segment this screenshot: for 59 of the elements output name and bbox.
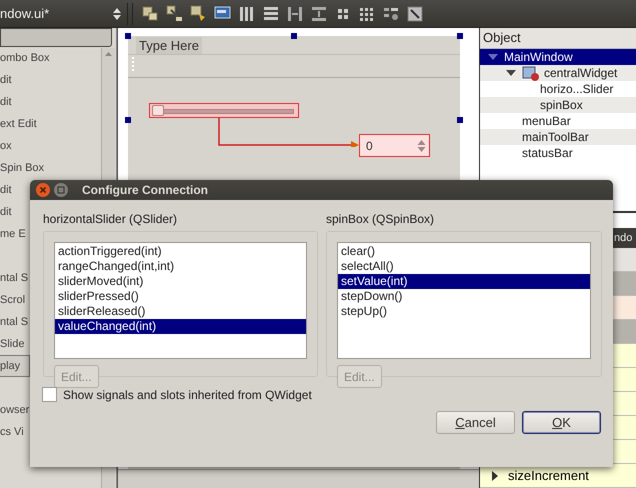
selection-handle[interactable] — [291, 33, 297, 39]
checkbox-label: Show signals and slots inherited from QWidget — [63, 388, 312, 402]
widget-item[interactable]: dit — [0, 179, 12, 201]
horizontal-scrollbar[interactable] — [118, 469, 479, 488]
list-item[interactable]: sliderReleased() — [55, 304, 306, 319]
file-combo[interactable]: ndow.ui* — [0, 2, 128, 24]
list-item[interactable]: valueChanged(int) — [55, 319, 306, 334]
tree-row[interactable]: mainToolBar — [480, 129, 636, 145]
widget-item[interactable]: dit — [0, 69, 12, 91]
widget-item[interactable]: me E — [0, 223, 26, 245]
property-name: sizeIncrement — [508, 468, 589, 483]
slider-thumb[interactable] — [152, 105, 164, 116]
dialog-title: Configure Connection — [82, 183, 208, 197]
widget-item[interactable]: ext Edit — [0, 113, 37, 135]
list-item[interactable]: selectAll() — [338, 259, 590, 274]
spin-arrows-icon[interactable] — [417, 138, 426, 152]
widget-item[interactable]: ox — [0, 135, 12, 157]
spin-box[interactable]: 0 — [359, 134, 430, 157]
spin-arrows-icon — [113, 8, 121, 20]
category-header[interactable]: play — [0, 355, 30, 377]
widget-item[interactable]: Slide — [0, 333, 24, 355]
selection-handle[interactable] — [125, 117, 131, 123]
column-header: Object — [480, 28, 636, 49]
list-item[interactable]: stepDown() — [338, 289, 590, 304]
panel-label: spinBox (QSpinBox) — [326, 212, 436, 226]
selection-handle[interactable] — [457, 33, 463, 39]
widget-item[interactable]: ombo Box — [0, 47, 50, 69]
selection-handle[interactable] — [125, 33, 131, 39]
list-item[interactable]: sliderMoved(int) — [55, 274, 306, 289]
widget-item[interactable]: dit — [0, 91, 12, 113]
menu-placeholder[interactable]: Type Here — [136, 36, 202, 54]
list-item[interactable]: rangeChanged(int,int) — [55, 259, 306, 274]
widget-item[interactable]: owser — [0, 399, 30, 421]
ok-button[interactable]: OK — [522, 411, 601, 434]
list-item[interactable]: sliderPressed() — [55, 289, 306, 304]
expand-arrow-icon[interactable] — [490, 470, 500, 480]
filter-field[interactable] — [0, 28, 112, 47]
horizontal-slider[interactable] — [149, 103, 299, 118]
list-item[interactable]: stepUp() — [338, 304, 590, 319]
tree-row[interactable]: spinBox — [480, 97, 636, 113]
widget-item[interactable]: Scrol — [0, 289, 26, 311]
maximize-icon[interactable] — [54, 183, 68, 197]
tree-row[interactable]: centralWidget — [480, 65, 636, 81]
widget-item[interactable]: ntal S — [0, 311, 28, 333]
spin-value: 0 — [366, 138, 373, 152]
close-icon[interactable] — [36, 183, 50, 197]
checkbox[interactable] — [42, 387, 57, 402]
widget-item[interactable]: dit — [0, 201, 12, 223]
list-item[interactable]: actionTriggered(int) — [55, 244, 306, 259]
widget-item[interactable]: ntal S — [0, 267, 28, 289]
selection-handle[interactable] — [457, 117, 463, 123]
widget-item[interactable]: Spin Box — [0, 157, 44, 179]
tree-row[interactable]: MainWindow — [480, 49, 636, 65]
panel-label: horizontalSlider (QSlider) — [43, 212, 178, 226]
expanded-arrow-icon[interactable] — [506, 68, 516, 78]
list-item[interactable]: setValue(int) — [338, 274, 590, 289]
cancel-button[interactable]: Cancel — [436, 411, 515, 434]
widget-icon — [522, 66, 540, 80]
widget-item[interactable]: cs Vi — [0, 421, 24, 443]
